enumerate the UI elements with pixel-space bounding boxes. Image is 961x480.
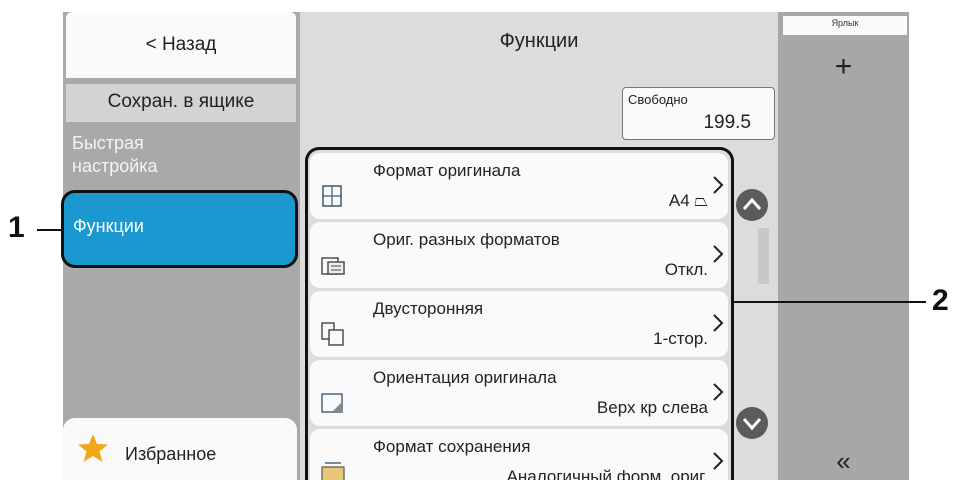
chevron-right-icon — [713, 452, 724, 470]
star-icon — [78, 434, 108, 462]
list-item-mixed-size[interactable]: Ориг. разных форматов Откл. — [310, 222, 728, 288]
page-title: Функции — [499, 30, 579, 52]
list-item-value: 1-стор. — [653, 329, 708, 348]
favorites-label: Избранное — [125, 444, 217, 464]
collapse-panel-button[interactable]: « — [778, 446, 909, 477]
list-item-original-size[interactable]: Формат оригинала A4 ⏢ — [310, 153, 728, 219]
callout-2: 2 — [932, 284, 949, 317]
favorites-button[interactable]: Избранное — [63, 418, 297, 480]
duplex-icon — [321, 322, 344, 346]
list-item-value: Аналогичный форм. ориг. — [506, 467, 708, 480]
chevron-right-icon — [713, 176, 724, 194]
back-button[interactable]: < Назад — [66, 12, 296, 78]
list-item-value: A4 ⏢ — [668, 191, 708, 210]
list-item-label: Двусторонняя — [373, 299, 484, 318]
shortcut-tab[interactable]: Ярлык — [783, 16, 907, 35]
quick-setup-tab[interactable]: Быстрая настройка — [72, 132, 272, 178]
chevron-right-icon — [713, 245, 724, 263]
free-space-indicator: Свободно 199.5 — [622, 87, 775, 140]
save-in-box-label: Сохран. в ящике — [66, 84, 296, 122]
callout-1: 1 — [8, 211, 25, 244]
scroll-up-button[interactable] — [735, 188, 769, 222]
chevron-right-icon — [713, 314, 724, 332]
function-list: Формат оригинала A4 ⏢ Ориг. разных форма… — [305, 147, 734, 480]
add-shortcut-button[interactable]: + — [778, 50, 909, 84]
functions-tab[interactable]: Функции — [61, 190, 298, 268]
callout-line-2 — [734, 301, 926, 303]
list-item-storing-size[interactable]: Формат сохранения Аналогичный форм. ориг… — [310, 429, 728, 480]
list-item-label: Ориентация оригинала — [373, 368, 557, 387]
scroll-down-button[interactable] — [735, 406, 769, 440]
list-item-label: Формат сохранения — [373, 437, 531, 456]
functions-tab-label: Функции — [73, 216, 144, 236]
free-space-label: Свободно — [628, 92, 688, 107]
storing-size-icon — [321, 462, 345, 480]
scrollbar-thumb[interactable] — [758, 228, 769, 284]
original-size-icon — [322, 185, 342, 207]
list-item-value: Верх кр слева — [596, 398, 708, 417]
list-item-value: Откл. — [664, 260, 708, 279]
list-item-orientation[interactable]: Ориентация оригинала Верх кр слева — [310, 360, 728, 426]
chevron-right-icon — [713, 383, 724, 401]
list-item-label: Формат оригинала — [373, 161, 521, 180]
free-space-value: 199.5 — [703, 112, 751, 133]
list-item-duplex[interactable]: Двусторонняя 1-стор. — [310, 291, 728, 357]
list-item-label: Ориг. разных форматов — [373, 230, 560, 249]
mixed-size-icon — [321, 257, 345, 275]
orientation-icon — [321, 393, 343, 413]
callout-line-1 — [37, 229, 63, 231]
